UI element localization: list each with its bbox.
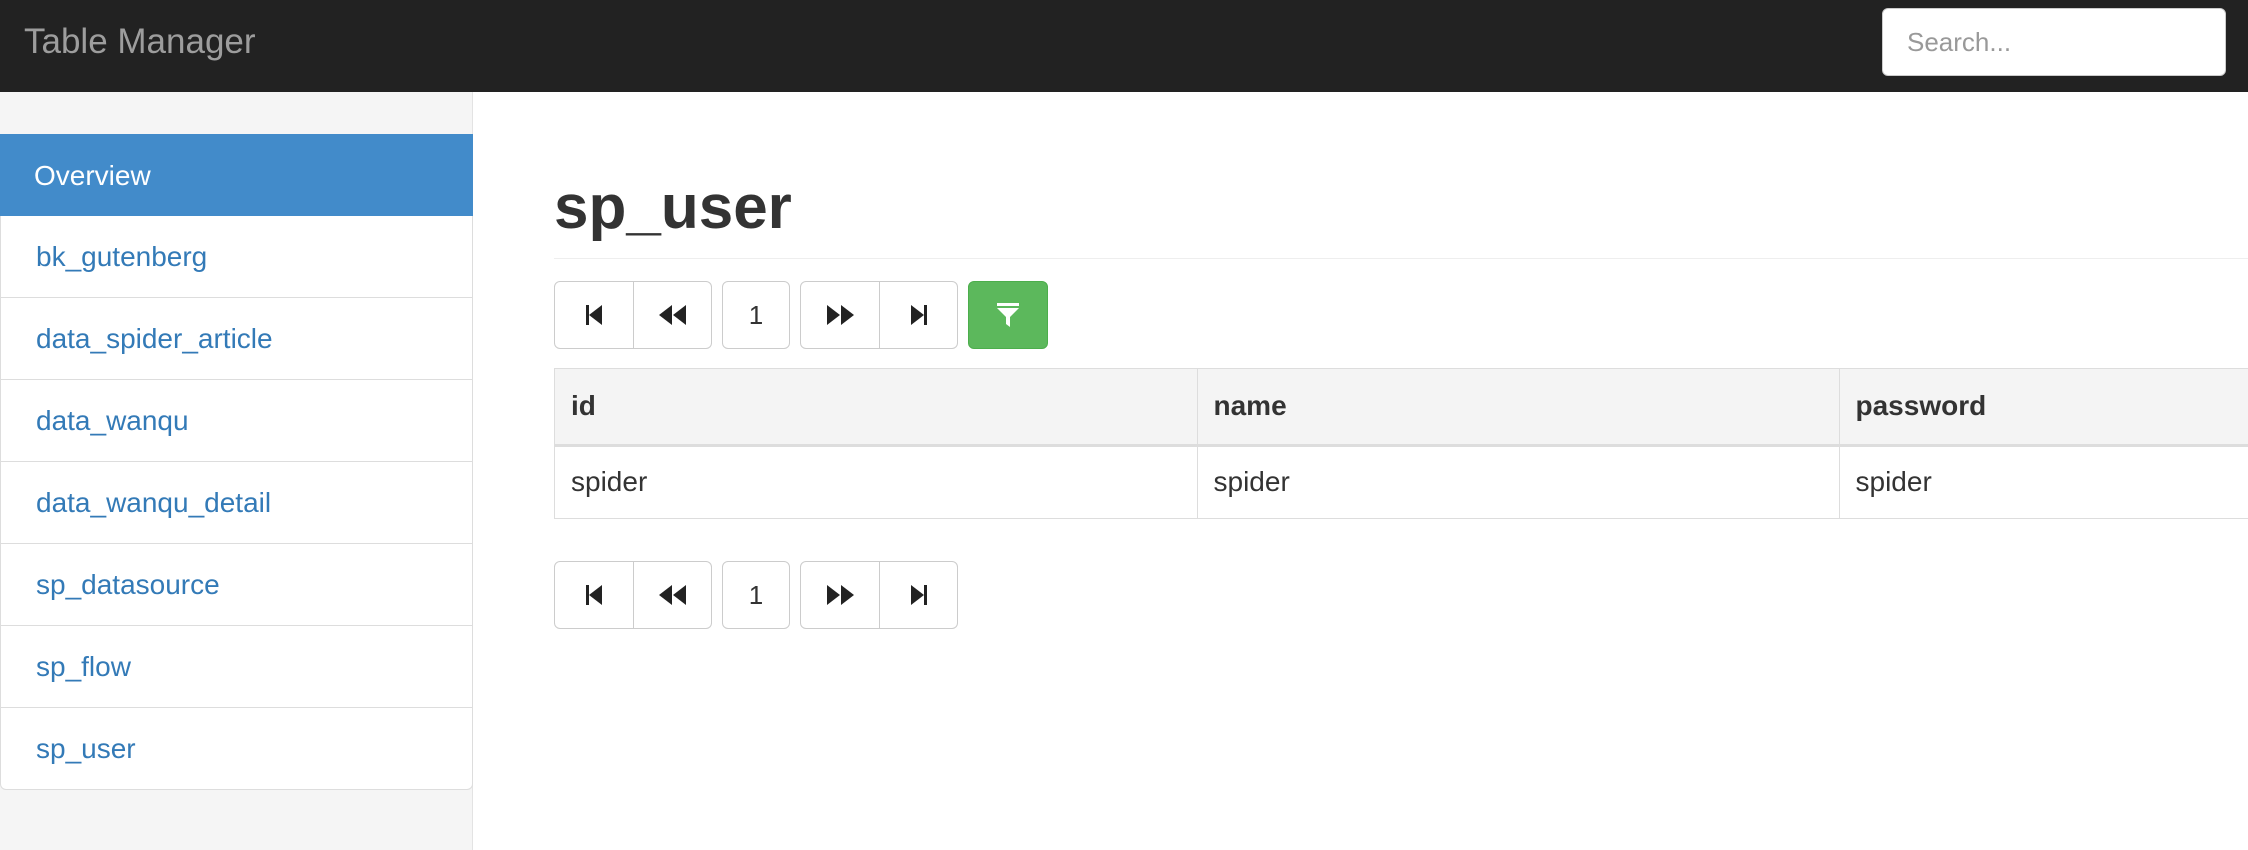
table-cell: spider xyxy=(1197,445,1840,518)
sidebar-item-bk-gutenberg[interactable]: bk_gutenberg xyxy=(0,216,473,298)
sidebar-item-overview[interactable]: Overview xyxy=(0,134,473,216)
forward-icon xyxy=(827,305,854,325)
backward-icon xyxy=(658,585,686,605)
table-row[interactable]: spider spider spider xyxy=(555,445,2248,518)
main-content: sp_user 1 id name password spider spider… xyxy=(474,92,2248,850)
first-page-button[interactable] xyxy=(554,561,634,629)
page-number[interactable]: 1 xyxy=(722,561,790,629)
step-backward-icon xyxy=(586,585,602,605)
next-page-button[interactable] xyxy=(800,281,880,349)
next-page-button[interactable] xyxy=(800,561,880,629)
table-cell: spider xyxy=(555,445,1198,518)
column-header-name[interactable]: name xyxy=(1197,369,1840,447)
sidebar: Overview bk_gutenberg data_spider_articl… xyxy=(0,92,473,850)
sidebar-item-data-wanqu-detail[interactable]: data_wanqu_detail xyxy=(0,462,473,544)
last-page-button[interactable] xyxy=(880,281,958,349)
sidebar-nav: Overview bk_gutenberg data_spider_articl… xyxy=(0,134,473,790)
sidebar-item-sp-flow[interactable]: sp_flow xyxy=(0,626,473,708)
sidebar-item-data-spider-article[interactable]: data_spider_article xyxy=(0,298,473,380)
divider xyxy=(554,258,2248,259)
page-number[interactable]: 1 xyxy=(722,281,790,349)
step-forward-icon xyxy=(910,305,927,325)
backward-icon xyxy=(658,305,686,325)
last-page-button[interactable] xyxy=(880,561,958,629)
table-cell: spider xyxy=(1839,445,2248,518)
page-title: sp_user xyxy=(554,173,792,242)
forward-icon xyxy=(827,585,854,605)
column-header-password[interactable]: password xyxy=(1839,369,2248,447)
search-input[interactable] xyxy=(1882,8,2226,76)
filter-icon xyxy=(997,303,1019,327)
prev-page-button[interactable] xyxy=(634,561,712,629)
data-table: id name password spider spider spider xyxy=(554,368,2248,519)
first-page-button[interactable] xyxy=(554,281,634,349)
step-backward-icon xyxy=(586,305,602,325)
sidebar-item-sp-user[interactable]: sp_user xyxy=(0,708,473,790)
sidebar-item-sp-datasource[interactable]: sp_datasource xyxy=(0,544,473,626)
filter-button[interactable] xyxy=(968,281,1048,349)
navbar: Table Manager xyxy=(0,0,2248,92)
prev-page-button[interactable] xyxy=(634,281,712,349)
step-forward-icon xyxy=(910,585,927,605)
table-header-row: id name password xyxy=(555,369,2248,447)
sidebar-item-data-wanqu[interactable]: data_wanqu xyxy=(0,380,473,462)
column-header-id[interactable]: id xyxy=(555,369,1198,447)
app-brand[interactable]: Table Manager xyxy=(24,20,256,64)
